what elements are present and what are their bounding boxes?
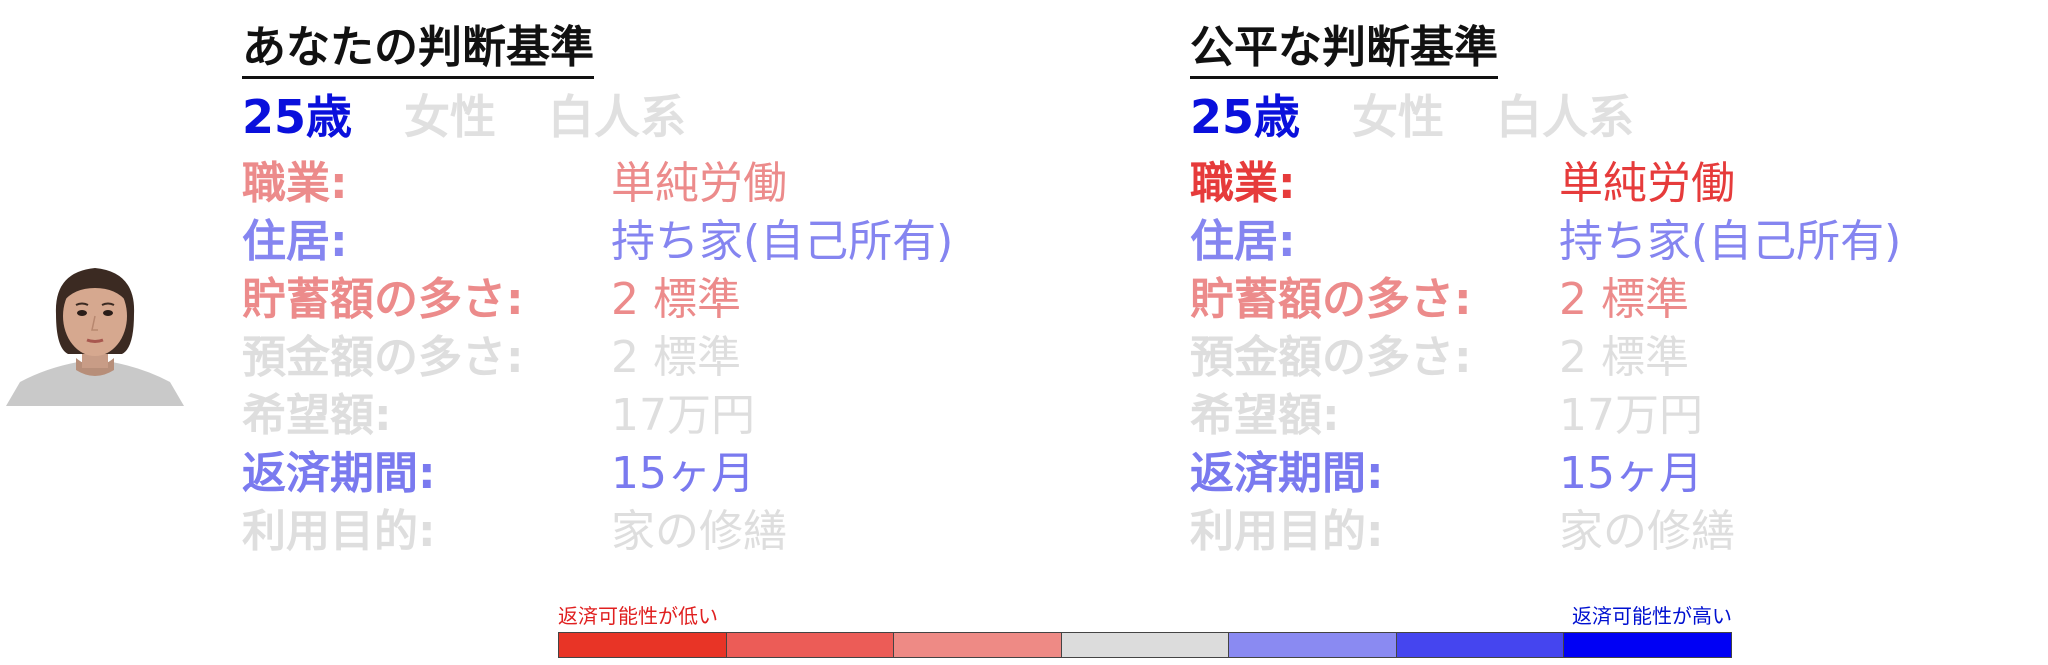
- attribute-label: 希望額:: [1190, 390, 1340, 441]
- demographics-line: 25歳 女性 白人系: [1190, 90, 1686, 145]
- scale-high-label: 返済可能性が高い: [1572, 604, 1732, 628]
- attribute-value: 単純労働: [611, 158, 787, 209]
- attribute-label: 預金額の多さ:: [242, 332, 524, 383]
- demographics-line: 25歳 女性 白人系: [242, 90, 738, 145]
- gender-label: 女性: [1352, 90, 1445, 144]
- attribute-value: 2 標準: [1559, 332, 1689, 383]
- scale-segment: [726, 633, 895, 657]
- fair-criteria-title: 公平な判断基準: [1190, 22, 1498, 79]
- attribute-label: 貯蓄額の多さ:: [242, 274, 524, 325]
- your-criteria-title: あなたの判断基準: [242, 22, 594, 79]
- attribute-label: 住居:: [242, 216, 348, 267]
- attribute-label: 住居:: [1190, 216, 1296, 267]
- attribute-value: 15ヶ月: [611, 448, 755, 499]
- attribute-value: 2 標準: [1559, 274, 1689, 325]
- attribute-value: 家の修繕: [1559, 506, 1735, 557]
- attribute-label: 職業:: [242, 158, 348, 209]
- scale-low-label: 返済可能性が低い: [558, 604, 718, 628]
- attribute-label: 返済期間:: [1190, 448, 1384, 499]
- age-label: 25歳: [1190, 90, 1301, 144]
- applicant-portrait: [6, 258, 184, 406]
- ethnicity-label: 白人系: [548, 90, 687, 144]
- scale-segment: [1396, 633, 1565, 657]
- attribute-value: 2 標準: [611, 332, 741, 383]
- attribute-label: 貯蓄額の多さ:: [1190, 274, 1472, 325]
- gender-label: 女性: [404, 90, 497, 144]
- age-label: 25歳: [242, 90, 353, 144]
- attribute-label: 利用目的:: [1190, 506, 1384, 557]
- attribute-value: 単純労働: [1559, 158, 1735, 209]
- scale-segment: [1229, 633, 1397, 657]
- attribute-value: 17万円: [611, 390, 755, 441]
- scale-segment: [1564, 633, 1732, 657]
- attribute-label: 返済期間:: [242, 448, 436, 499]
- attribute-value: 2 標準: [611, 274, 741, 325]
- attribute-value: 17万円: [1559, 390, 1703, 441]
- attribute-value: 持ち家(自己所有): [611, 216, 954, 267]
- attribute-label: 希望額:: [242, 390, 392, 441]
- attribute-value: 家の修繕: [611, 506, 787, 557]
- scale-segment: [559, 633, 727, 657]
- scale-segment: [1061, 633, 1230, 657]
- attribute-label: 預金額の多さ:: [1190, 332, 1472, 383]
- scale-segment: [894, 633, 1062, 657]
- attribute-value: 15ヶ月: [1559, 448, 1703, 499]
- attribute-label: 利用目的:: [242, 506, 436, 557]
- attribute-label: 職業:: [1190, 158, 1296, 209]
- ethnicity-label: 白人系: [1496, 90, 1635, 144]
- attribute-value: 持ち家(自己所有): [1559, 216, 1902, 267]
- repayment-likelihood-scale: [558, 632, 1732, 658]
